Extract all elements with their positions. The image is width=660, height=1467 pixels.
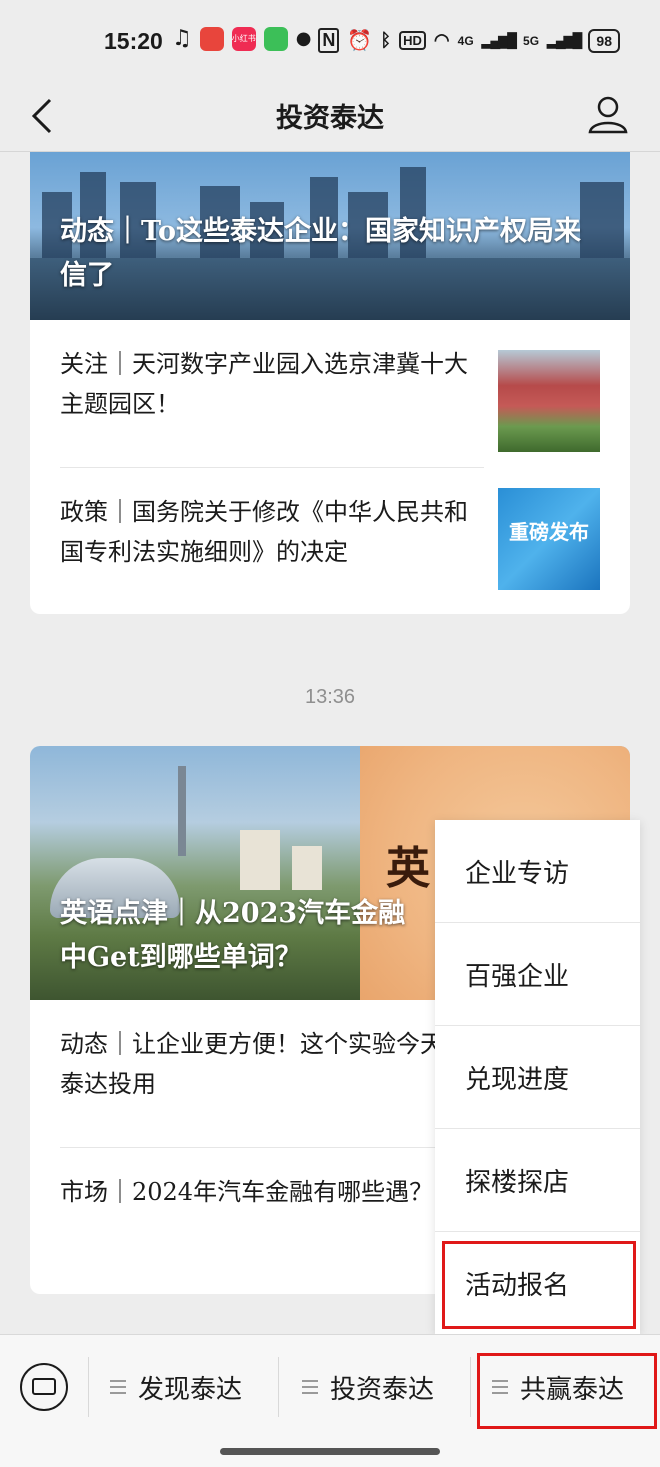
- battery-indicator: 98: [588, 28, 620, 53]
- page-title: 投资泰达: [276, 103, 384, 134]
- listen-icon: ♫: [172, 26, 192, 51]
- menu-lines-icon: [302, 1380, 318, 1394]
- article-title: 关注｜天河数字产业园入选京津冀十大主题园区！: [60, 350, 468, 418]
- hero-article-title: 动态｜To这些泰达企业：国家知识产权局来信了: [60, 216, 582, 291]
- article-title: 政策｜国务院关于修改《中华人民共和国专利法实施细则》的决定: [60, 498, 468, 566]
- dot-icon: ●: [295, 28, 312, 49]
- wechat-green-icon: [263, 26, 288, 51]
- bottom-menu-bar: 发现泰达 投资泰达 共赢泰达: [0, 1334, 660, 1467]
- submenu-item-enterprise-interview[interactable]: 企业专访: [435, 820, 640, 923]
- divider: [88, 1357, 89, 1417]
- hero-article-title: 英语点津｜从2023汽车金融中Get到哪些单词？: [60, 898, 406, 973]
- alarm-icon: ⏰: [347, 30, 373, 52]
- nfc-icon: N: [318, 28, 340, 53]
- article-thumbnail: 重磅发布: [498, 488, 600, 590]
- hero-big-character: 英: [386, 843, 430, 894]
- status-time: 15:20: [104, 28, 163, 54]
- 4g-signal-icon: 4G: [457, 33, 474, 48]
- article-title: 动态｜让企业更方便！这个实验今天在泰达投用: [60, 1030, 468, 1098]
- message-timestamp: 13:36: [304, 686, 356, 708]
- submenu-item-top-100[interactable]: 百强企业: [435, 923, 640, 1026]
- submenu-item-progress[interactable]: 兑现进度: [435, 1026, 640, 1129]
- app-badge-pink: 小红书: [231, 26, 256, 51]
- hd-icon: HD: [399, 31, 426, 50]
- wifi-icon: ◠: [433, 30, 450, 50]
- city-building: [240, 830, 280, 890]
- menu-win-win[interactable]: 共赢泰达: [492, 1365, 624, 1409]
- signal-bars-icon: ▂▄▆█: [481, 32, 517, 48]
- menu-label: 投资泰达: [330, 1374, 435, 1405]
- submenu-item-event-signup[interactable]: 活动报名: [435, 1232, 640, 1335]
- menu-label: 共赢泰达: [520, 1374, 625, 1405]
- article-card-group-1: 动态｜To这些泰达企业：国家知识产权局来信了 关注｜天河数字产业园入选京津冀十大…: [30, 152, 630, 614]
- article-item[interactable]: 关注｜天河数字产业园入选京津冀十大主题园区！: [30, 320, 630, 468]
- thumbnail-text: 重磅发布: [509, 520, 589, 544]
- keyboard-toggle-icon[interactable]: [20, 1363, 68, 1411]
- nav-bar: 投资泰达: [0, 80, 660, 152]
- divider: [470, 1357, 471, 1417]
- submenu-popup: 企业专访 百强企业 兑现进度 探楼探店 活动报名: [435, 820, 640, 1334]
- menu-label: 发现泰达: [138, 1374, 243, 1405]
- status-bar: 15:20 ♫ 小红书 ● N ⏰ ᛒ HD ◠ 4G ▂▄▆█ 5G ▂▄▆█…: [0, 0, 660, 80]
- article-item[interactable]: 政策｜国务院关于修改《中华人民共和国专利法实施细则》的决定 重磅发布: [30, 468, 630, 614]
- city-building: [292, 846, 322, 890]
- signal-bars-icon-2: ▂▄▆█: [547, 32, 582, 48]
- app-badge-red: [199, 26, 224, 51]
- keyboard-icon: [32, 1378, 56, 1395]
- tv-tower: [178, 766, 186, 856]
- menu-lines-icon: [492, 1380, 508, 1394]
- user-profile-icon[interactable]: [586, 92, 630, 136]
- article-title: 市场｜2024年汽车金融有哪些遇？: [60, 1178, 434, 1206]
- status-left-icons: ♫ 小红书 ●: [172, 26, 311, 51]
- status-right-icons: N ⏰ ᛒ HD ◠ 4G ▂▄▆█ 5G ▂▄▆█ 98: [318, 28, 620, 53]
- hero-article-1[interactable]: 动态｜To这些泰达企业：国家知识产权局来信了: [30, 152, 630, 320]
- 5g-signal-icon: 5G: [523, 33, 540, 48]
- bluetooth-icon: ᛒ: [380, 30, 392, 50]
- divider: [278, 1357, 279, 1417]
- menu-invest[interactable]: 投资泰达: [302, 1365, 434, 1409]
- menu-discover[interactable]: 发现泰达: [110, 1365, 242, 1409]
- menu-lines-icon: [110, 1380, 126, 1394]
- home-indicator[interactable]: [220, 1448, 440, 1455]
- article-thumbnail: [498, 350, 600, 452]
- submenu-item-visit-stores[interactable]: 探楼探店: [435, 1129, 640, 1232]
